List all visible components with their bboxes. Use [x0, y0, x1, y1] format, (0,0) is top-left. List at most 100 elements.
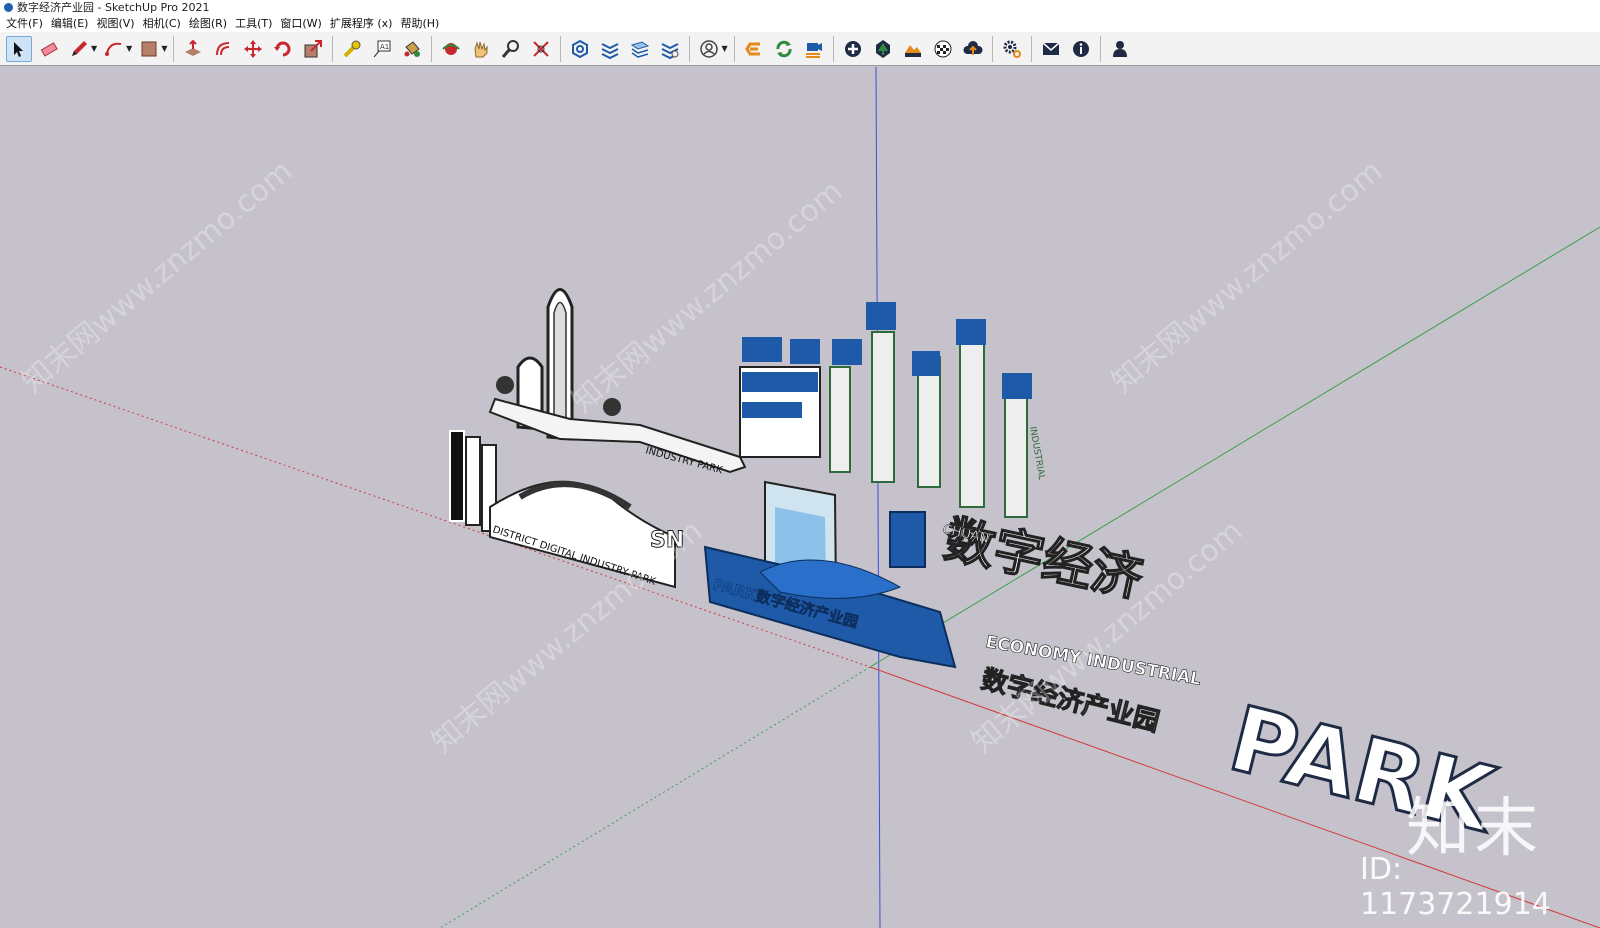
tags-icon: [662, 42, 679, 59]
zoom-icon: [502, 39, 520, 58]
toolbar-separator: [431, 35, 433, 62]
rotate-icon: [274, 41, 291, 56]
push-pull-tool-button[interactable]: [180, 36, 206, 62]
orbit-tool-button[interactable]: [438, 36, 464, 62]
scale-icon: [304, 39, 323, 57]
user-icon: [1112, 40, 1127, 57]
toolbar-separator: [991, 35, 993, 62]
info-button[interactable]: [1068, 36, 1094, 62]
refresh-button[interactable]: [771, 36, 797, 62]
menu-view[interactable]: 视图(V): [92, 15, 138, 31]
menu-edit[interactable]: 编辑(E): [47, 15, 93, 31]
orbit-icon: [442, 42, 461, 55]
warehouse-icon: [572, 39, 589, 58]
text-icon: A1: [374, 40, 391, 57]
user-button[interactable]: [1107, 36, 1133, 62]
settings-icon: [1003, 40, 1021, 58]
offset-tool-button[interactable]: [210, 36, 236, 62]
menu-file[interactable]: 文件(F): [2, 15, 47, 31]
rectangle-tool-button[interactable]: [136, 36, 162, 62]
paint-bucket-icon: [404, 40, 421, 57]
move-icon: [244, 39, 263, 58]
window-title: 数字经济产业园 - SketchUp Pro 2021: [17, 1, 210, 14]
layers-button[interactable]: [597, 36, 623, 62]
sign-columns-side-text: INDUSTRIAL: [1027, 426, 1046, 481]
rectangle-icon: [141, 41, 157, 56]
pencil-tool-button[interactable]: [66, 36, 92, 62]
rotate-tool-button[interactable]: [270, 36, 296, 62]
layers-icon: [602, 42, 619, 59]
styles-button[interactable]: [627, 36, 653, 62]
mail-icon: [1042, 41, 1060, 55]
account-dropdown-icon[interactable]: ▼: [721, 44, 727, 53]
menu-camera[interactable]: 相机(C): [139, 15, 185, 31]
tape-measure-tool-button[interactable]: [339, 36, 365, 62]
sign-letters-model[interactable]: 数字经济 CHUAN: [889, 509, 1149, 609]
pan-icon: [474, 40, 488, 57]
add-circle-icon: [844, 40, 861, 57]
info-icon: [1072, 40, 1089, 57]
sign-columns-model[interactable]: INDUSTRIAL: [739, 302, 1046, 518]
warehouse-button[interactable]: [567, 36, 593, 62]
menu-bar: 文件(F) 编辑(E) 视图(V) 相机(C) 绘图(R) 工具(T) 窗口(W…: [0, 14, 1600, 32]
toolbar-separator: [1030, 35, 1032, 62]
tree-icon: [875, 39, 890, 58]
checker-icon: [934, 40, 952, 57]
menu-extensions[interactable]: 扩展程序 (x): [326, 15, 397, 31]
cloud-upload-icon: [963, 40, 983, 55]
blue-axis: [875, 67, 881, 928]
refresh-icon: [776, 40, 792, 57]
svg-text:A1: A1: [380, 43, 389, 51]
scale-tool-button[interactable]: [300, 36, 326, 62]
zoom-extents-icon: [533, 40, 550, 57]
zoom-tool-button[interactable]: [498, 36, 524, 62]
tree-button[interactable]: [870, 36, 896, 62]
paint-bucket-tool-button[interactable]: [399, 36, 425, 62]
account-button[interactable]: [696, 36, 722, 62]
push-pull-icon: [185, 39, 202, 56]
menu-window[interactable]: 窗口(W): [276, 15, 325, 31]
add-button[interactable]: [840, 36, 866, 62]
terrain-button[interactable]: [900, 36, 926, 62]
eraser-tool-button[interactable]: [36, 36, 62, 62]
sign-glass-model[interactable]: PARK数字经济产业园: [703, 480, 957, 669]
mail-button[interactable]: [1038, 36, 1064, 62]
sketchup-logo-icon: [4, 2, 13, 12]
arc-dropdown-icon[interactable]: ▼: [126, 44, 132, 53]
toolbar-separator: [1099, 35, 1101, 62]
terrain-icon: [904, 44, 921, 57]
zoom-extents-tool-button[interactable]: [528, 36, 554, 62]
toolbar-separator: [733, 35, 735, 62]
select-icon: [14, 41, 23, 57]
settings-button[interactable]: [999, 36, 1025, 62]
cloud-upload-button[interactable]: [960, 36, 986, 62]
pencil-dropdown-icon[interactable]: ▼: [91, 44, 97, 53]
title-bar: 数字经济产业园 - SketchUp Pro 2021: [0, 0, 1600, 14]
watermark-id: ID: 1173721914: [1360, 852, 1551, 922]
move-tool-button[interactable]: [240, 36, 266, 62]
rectangle-dropdown-icon[interactable]: ▼: [161, 44, 167, 53]
text-tool-button[interactable]: A1: [369, 36, 395, 62]
menu-draw[interactable]: 绘图(R): [185, 15, 231, 31]
toolbar-separator: [173, 35, 175, 62]
model-viewport[interactable]: INDUSTRY PARK INDUSTRIAL DISTRICT DIGITA…: [0, 67, 1600, 928]
toolbar-separator: [560, 35, 562, 62]
extension-e-button[interactable]: [741, 36, 767, 62]
pan-tool-button[interactable]: [468, 36, 494, 62]
select-tool-button[interactable]: [6, 35, 32, 62]
camera-export-icon: [805, 42, 822, 58]
toolbar-separator: [689, 35, 691, 62]
checker-button[interactable]: [930, 36, 956, 62]
pencil-icon: [72, 40, 87, 56]
menu-help[interactable]: 帮助(H): [396, 15, 443, 31]
styles-icon: [631, 40, 650, 58]
toolbar-separator: [332, 35, 334, 62]
menu-tools[interactable]: 工具(T): [231, 15, 276, 31]
account-icon: [700, 39, 719, 58]
tape-measure-icon: [344, 40, 361, 57]
camera-export-button[interactable]: [801, 36, 827, 62]
eraser-icon: [40, 41, 58, 57]
arc-tool-button[interactable]: [101, 36, 127, 62]
tags-button[interactable]: [657, 36, 683, 62]
main-toolbar: ▼ ▼ ▼ A1 ▼: [0, 32, 1600, 66]
